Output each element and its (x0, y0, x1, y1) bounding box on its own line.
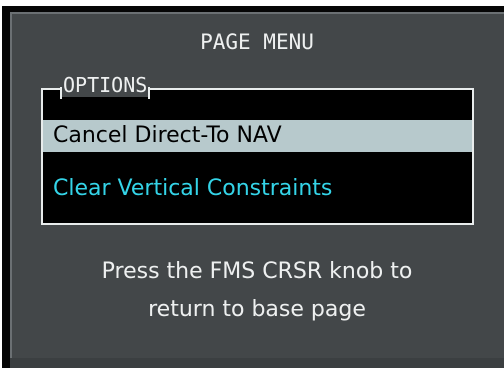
menu-item-clear-vertical-constraints[interactable]: Clear Vertical Constraints (43, 173, 472, 205)
hint-line-1: Press the FMS CRSR knob to (101, 259, 413, 284)
label-bracket-left (60, 87, 62, 99)
window-bottom-edge (10, 358, 504, 368)
page-title: PAGE MENU (200, 30, 314, 54)
hint-line-2: return to base page (148, 297, 366, 322)
options-group-label-text: OPTIONS (63, 73, 148, 97)
options-group-label: OPTIONS (60, 73, 151, 99)
menu-item-cancel-direct-to-nav[interactable]: Cancel Direct-To NAV (43, 120, 472, 152)
label-bracket-right (148, 87, 151, 99)
